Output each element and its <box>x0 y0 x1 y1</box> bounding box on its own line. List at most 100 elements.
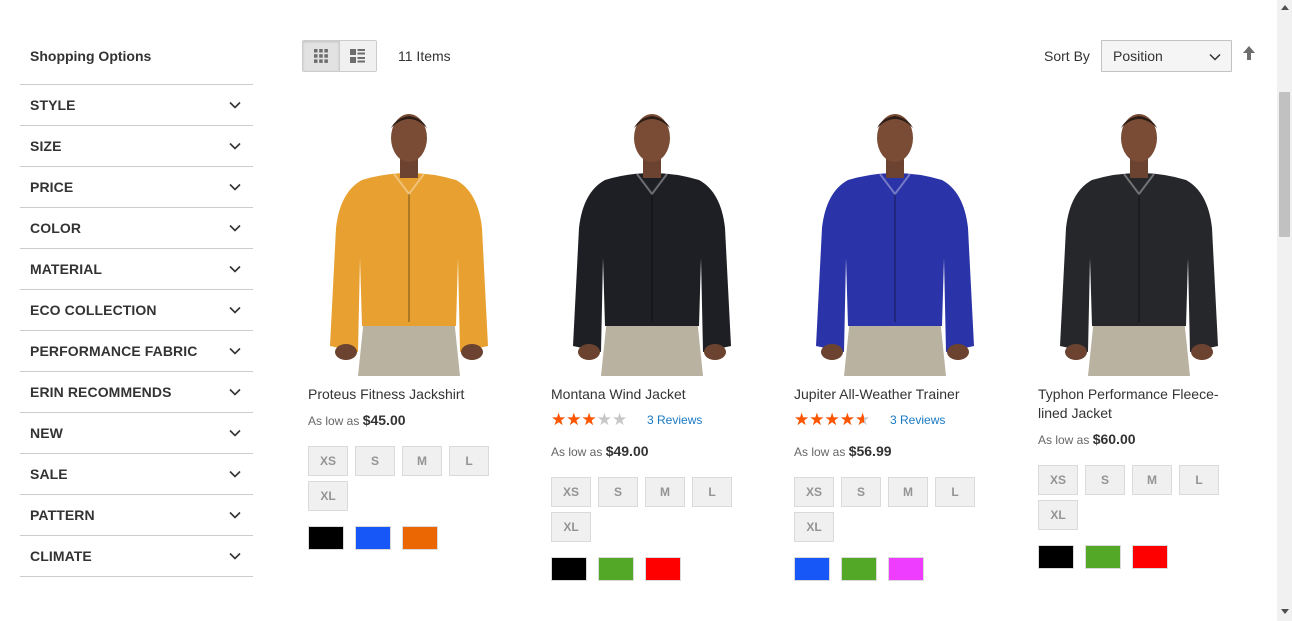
color-swatches <box>551 557 681 581</box>
reviews-link[interactable]: 3 Reviews <box>647 413 702 427</box>
filter-label: Performance Fabric <box>30 343 198 359</box>
size-swatches: XS S M L XL <box>308 446 498 511</box>
chevron-down-icon <box>229 429 241 437</box>
product-price: As low as $60.00 <box>1038 431 1136 447</box>
color-option[interactable] <box>1038 545 1074 569</box>
scrollbar[interactable] <box>1277 0 1292 621</box>
scroll-up-arrow-icon[interactable] <box>1281 5 1289 10</box>
product-photo[interactable] <box>302 108 517 376</box>
size-option[interactable]: M <box>402 446 442 476</box>
list-view-button[interactable] <box>339 41 376 71</box>
product-name-link[interactable]: Proteus Fitness Jackshirt <box>308 385 513 404</box>
size-option[interactable]: XL <box>794 512 834 542</box>
size-option[interactable]: XS <box>308 446 348 476</box>
filter-list: Style Size Price Color Material Eco Collectio… <box>20 84 253 577</box>
price-value: $56.99 <box>848 443 892 459</box>
price-prefix: As low as <box>794 445 846 459</box>
product-photo-figure <box>330 114 488 376</box>
chevron-down-icon <box>229 224 241 232</box>
filter-label: Price <box>30 179 74 195</box>
reviews-link[interactable]: 3 Reviews <box>890 413 945 427</box>
filter-erin-recommends[interactable]: Erin Recommends <box>20 372 253 413</box>
arrow-up-icon[interactable] <box>1242 46 1256 62</box>
product-card: Montana Wind Jacket ★★★★★ ★★★★★ 3 Review… <box>545 108 760 581</box>
filter-material[interactable]: Material <box>20 249 253 290</box>
filter-pattern[interactable]: Pattern <box>20 495 253 536</box>
product-card: Proteus Fitness Jackshirt As low as $45.0… <box>302 108 517 550</box>
filter-eco-collection[interactable]: Eco Collection <box>20 290 253 331</box>
color-option[interactable] <box>1085 545 1121 569</box>
color-option[interactable] <box>355 526 391 550</box>
size-option[interactable]: S <box>598 477 638 507</box>
price-prefix: As low as <box>551 445 603 459</box>
size-swatches: XS S M L XL <box>551 477 741 542</box>
size-option[interactable]: L <box>449 446 489 476</box>
filter-sale[interactable]: Sale <box>20 454 253 495</box>
sort-select[interactable]: Position <box>1101 40 1232 72</box>
size-option[interactable]: S <box>1085 465 1125 495</box>
price-value: $60.00 <box>1092 431 1136 447</box>
filter-label: New <box>30 425 63 441</box>
product-photo-figure <box>816 114 974 376</box>
size-swatches: XS S M L XL <box>794 477 984 542</box>
product-name-link[interactable]: Jupiter All-Weather Trainer <box>794 385 999 404</box>
filter-price[interactable]: Price <box>20 167 253 208</box>
rating-stars: ★★★★★ ★★★★★ <box>794 410 871 429</box>
color-option[interactable] <box>794 557 830 581</box>
size-option[interactable]: M <box>888 477 928 507</box>
size-option[interactable]: L <box>692 477 732 507</box>
product-photo[interactable] <box>1032 108 1247 376</box>
size-option[interactable]: L <box>1179 465 1219 495</box>
color-option[interactable] <box>308 526 344 550</box>
chevron-down-icon <box>229 142 241 150</box>
scroll-thumb[interactable] <box>1279 92 1290 237</box>
price-value: $49.00 <box>605 443 649 459</box>
product-name-link[interactable]: Typhon Performance Fleece-lined Jacket <box>1038 385 1243 423</box>
size-option[interactable]: XL <box>308 481 348 511</box>
color-option[interactable] <box>402 526 438 550</box>
grid-view-button[interactable] <box>303 41 340 71</box>
filter-size[interactable]: Size <box>20 126 253 167</box>
filter-performance-fabric[interactable]: Performance Fabric <box>20 331 253 372</box>
filter-climate[interactable]: Climate <box>20 536 253 577</box>
filter-style[interactable]: Style <box>20 85 253 126</box>
chevron-down-icon <box>229 306 241 314</box>
product-photo[interactable] <box>545 108 760 376</box>
color-option[interactable] <box>598 557 634 581</box>
color-swatches <box>308 526 438 550</box>
size-option[interactable]: XS <box>551 477 591 507</box>
size-option[interactable]: XL <box>1038 500 1078 530</box>
product-photo-figure <box>573 114 731 376</box>
chevron-down-icon <box>229 470 241 478</box>
view-mode-switcher <box>302 40 377 72</box>
size-option[interactable]: M <box>645 477 685 507</box>
product-name-link[interactable]: Montana Wind Jacket <box>551 385 756 404</box>
price-value: $45.00 <box>362 412 406 428</box>
product-photo-figure <box>1060 114 1218 376</box>
price-prefix: As low as <box>1038 433 1090 447</box>
filter-label: Pattern <box>30 507 95 523</box>
size-option[interactable]: S <box>355 446 395 476</box>
chevron-down-icon <box>229 511 241 519</box>
color-swatches <box>794 557 924 581</box>
filter-label: Size <box>30 138 62 154</box>
size-option[interactable]: L <box>935 477 975 507</box>
list-icon <box>350 49 366 63</box>
product-photo[interactable] <box>788 108 1003 376</box>
size-option[interactable]: XL <box>551 512 591 542</box>
color-option[interactable] <box>645 557 681 581</box>
filter-new[interactable]: New <box>20 413 253 454</box>
color-option[interactable] <box>1132 545 1168 569</box>
grid-icon <box>313 49 328 63</box>
color-option[interactable] <box>841 557 877 581</box>
size-option[interactable]: S <box>841 477 881 507</box>
color-option[interactable] <box>551 557 587 581</box>
size-option[interactable]: M <box>1132 465 1172 495</box>
size-option[interactable]: XS <box>1038 465 1078 495</box>
filter-label: Sale <box>30 466 68 482</box>
scroll-down-arrow-icon[interactable] <box>1281 609 1289 614</box>
chevron-down-icon <box>229 183 241 191</box>
filter-color[interactable]: Color <box>20 208 253 249</box>
size-option[interactable]: XS <box>794 477 834 507</box>
color-option[interactable] <box>888 557 924 581</box>
